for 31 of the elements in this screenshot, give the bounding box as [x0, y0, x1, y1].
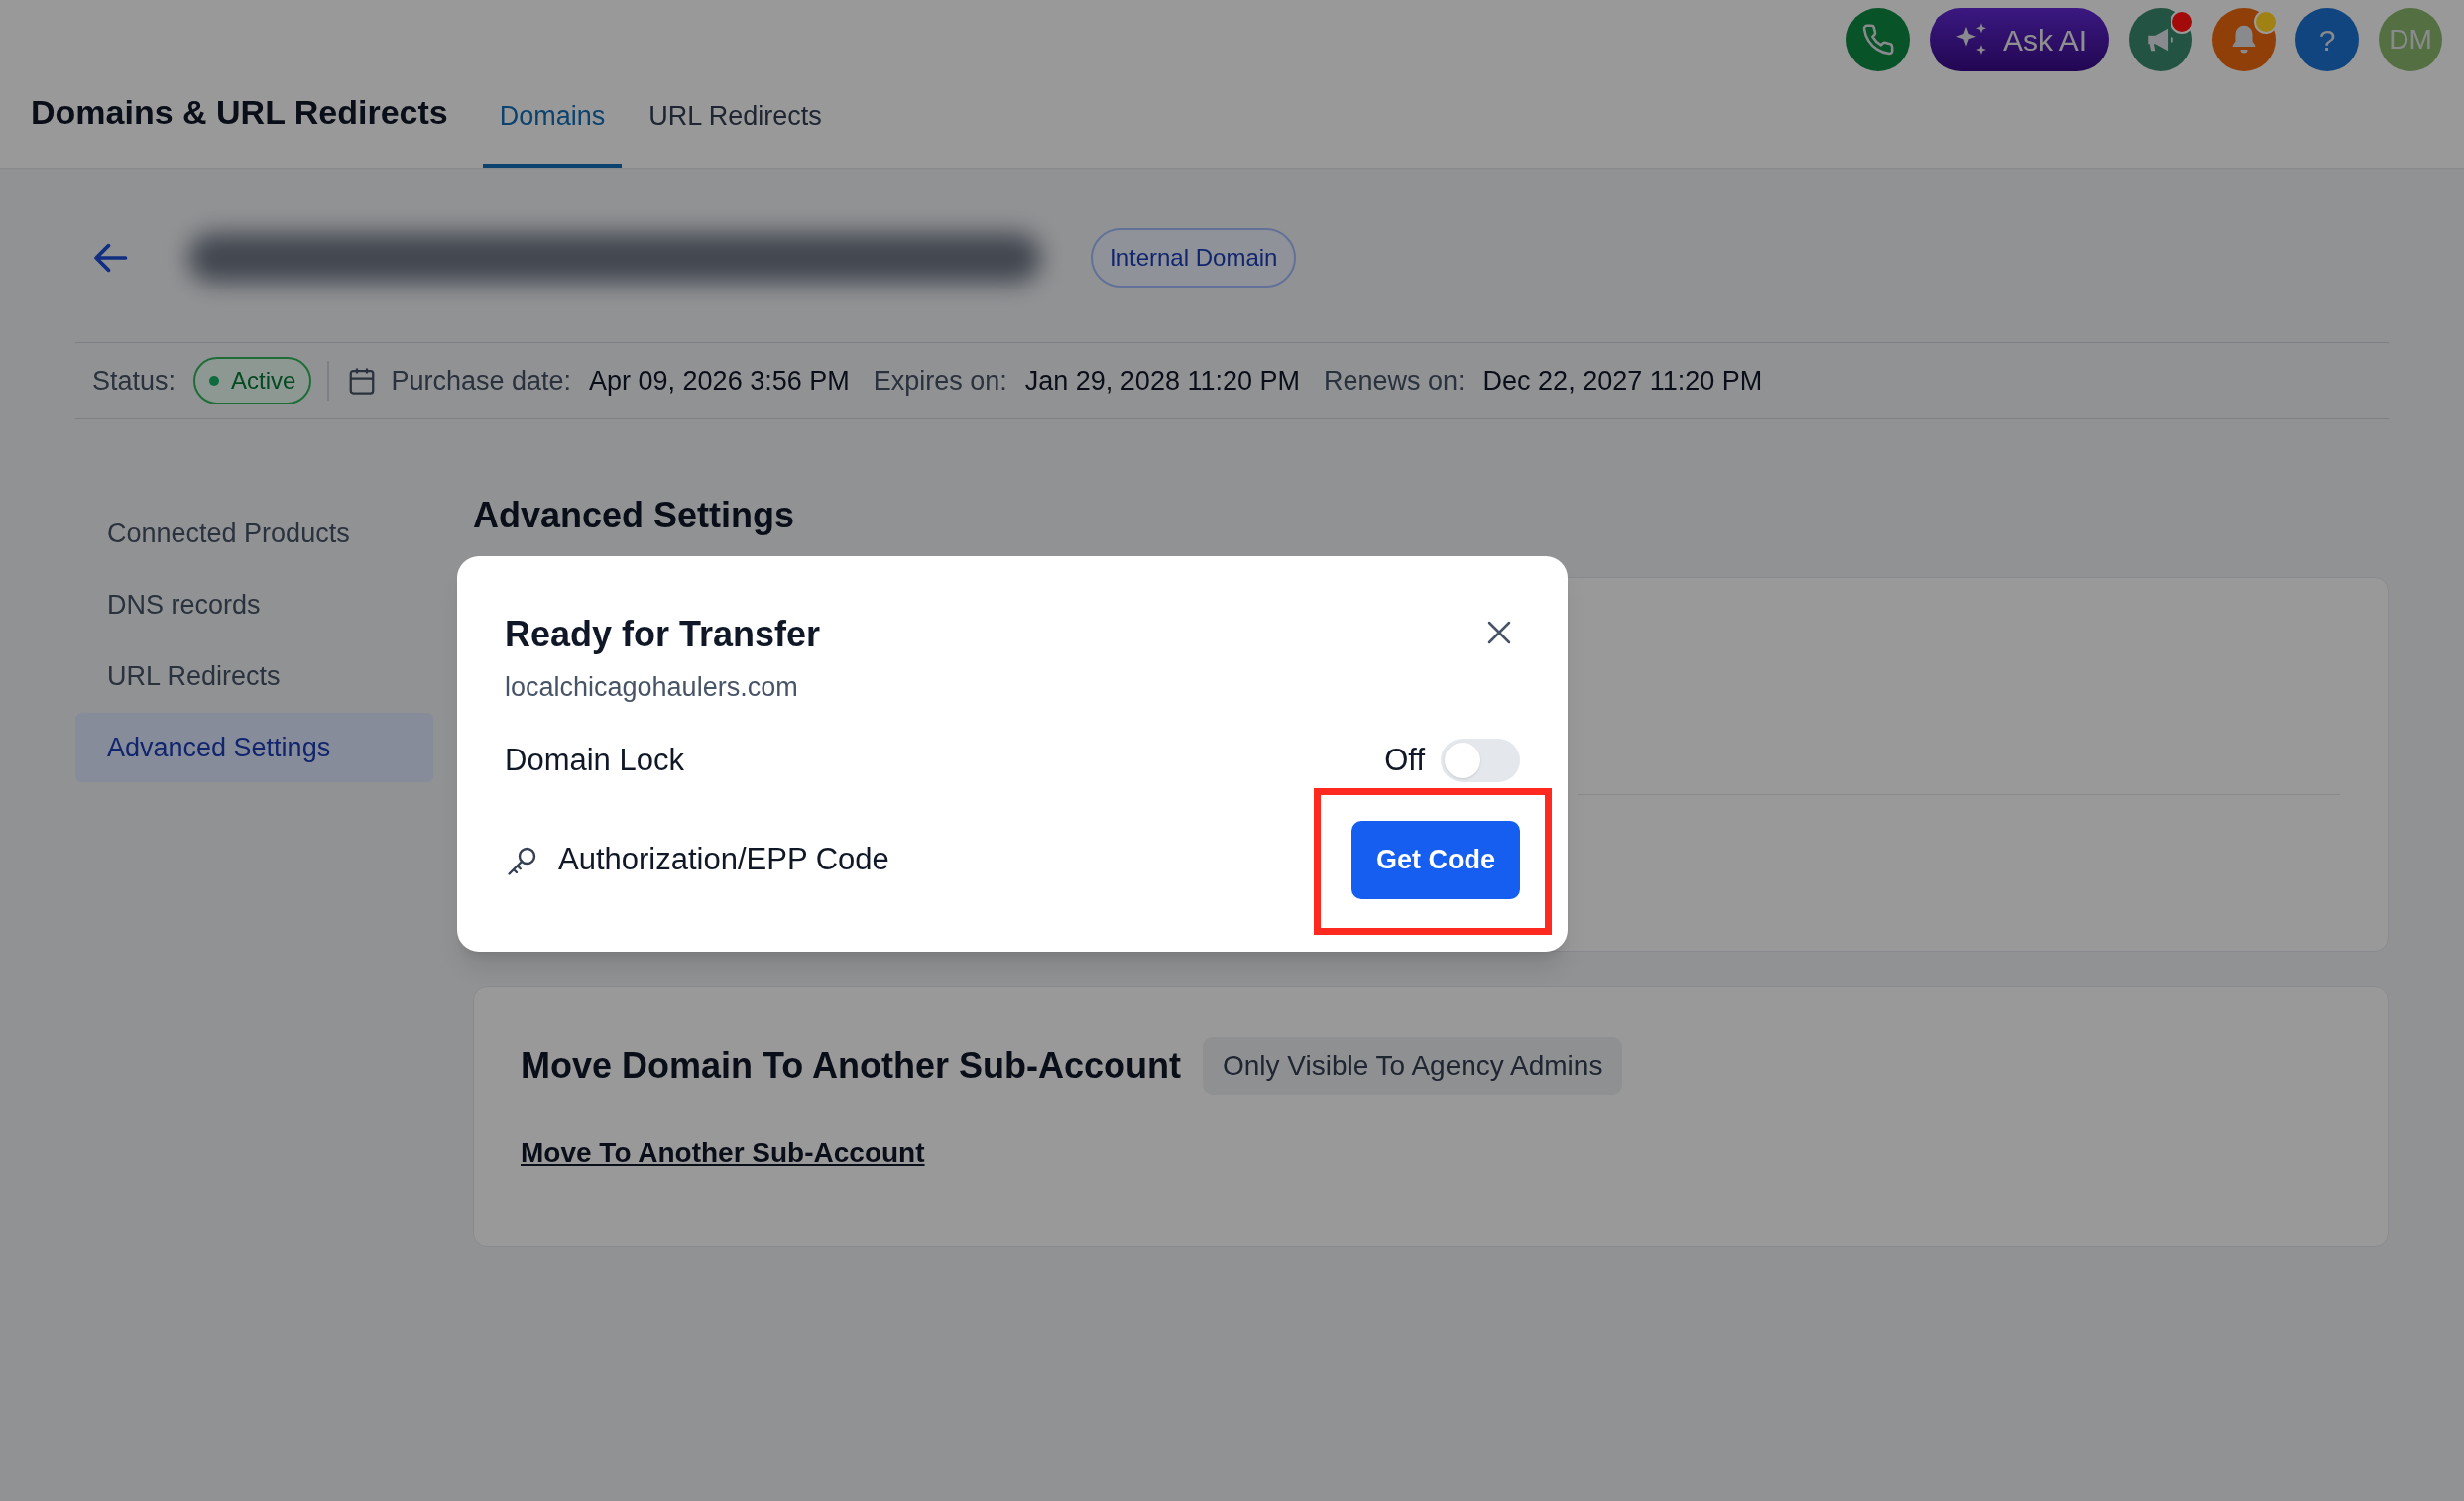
- back-arrow-icon[interactable]: [91, 241, 129, 275]
- ask-ai-button[interactable]: Ask AI: [1929, 8, 2109, 71]
- date-value: Dec 22, 2027 11:20 PM: [1482, 364, 1763, 398]
- nav-tab[interactable]: Domains: [482, 95, 623, 168]
- get-code-button[interactable]: Get Code: [1351, 821, 1520, 899]
- card-heading: Move Domain To Another Sub-Account: [521, 1044, 1181, 1088]
- visibility-tag: Only Visible To Agency Admins: [1203, 1037, 1623, 1095]
- sidebar-item[interactable]: Advanced Settings: [75, 713, 433, 782]
- date-label: Purchase date:: [391, 364, 572, 398]
- dialog-subtitle: localchicagohaulers.com: [505, 671, 799, 704]
- sidebar-item[interactable]: DNS records: [75, 570, 433, 639]
- phone-icon: [1860, 23, 1895, 57]
- date-label: Renews on:: [1324, 364, 1466, 398]
- date-label: Expires on:: [873, 364, 1007, 398]
- page-title: Domains & URL Redirects: [31, 92, 448, 133]
- status-label: Status:: [92, 364, 176, 398]
- status-tag: Active: [193, 357, 312, 404]
- auth-code-label: Authorization/EPP Code: [558, 841, 889, 879]
- domain-lock-label: Domain Lock: [505, 741, 684, 779]
- move-account-link[interactable]: Move To Another Sub-Account: [521, 1132, 925, 1174]
- domain-lock-toggle[interactable]: [1441, 738, 1520, 782]
- date-value: Jan 29, 2028 11:20 PM: [1024, 364, 1300, 398]
- help-button[interactable]: ?: [2295, 8, 2359, 71]
- toggle-state-label: Off: [1384, 741, 1425, 779]
- section-heading: Advanced Settings: [473, 494, 796, 537]
- internal-domain-tag: Internal Domain: [1091, 228, 1297, 288]
- nav-tab[interactable]: URL Redirects: [632, 95, 839, 168]
- sidebar-item[interactable]: URL Redirects: [75, 641, 433, 711]
- dialog-title: Ready for Transfer: [505, 613, 821, 656]
- sidebar-item[interactable]: Connected Products: [75, 499, 433, 568]
- date-value: Apr 09, 2026 3:56 PM: [589, 364, 850, 398]
